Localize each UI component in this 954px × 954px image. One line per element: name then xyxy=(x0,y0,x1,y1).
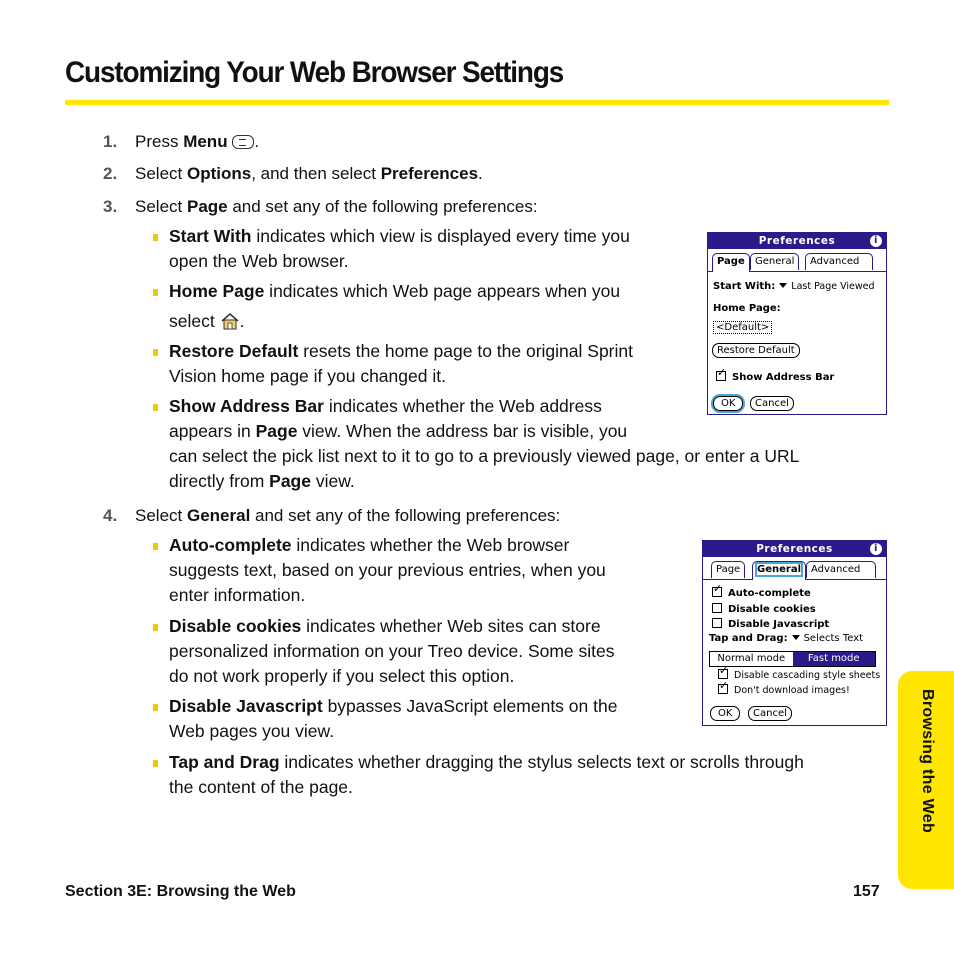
dialog-title-bar: Preferences i xyxy=(708,233,886,249)
cancel-button[interactable]: Cancel xyxy=(748,706,792,721)
page-title: Customizing Your Web Browser Settings xyxy=(65,56,564,89)
step-3: 3. Select Page and set any of the followi… xyxy=(103,197,538,216)
ok-button[interactable]: OK xyxy=(710,706,741,721)
mode-selector: Normal mode Fast mode xyxy=(709,651,876,667)
dont-download-images-row[interactable]: Don't download images! xyxy=(718,679,850,696)
auto-complete-checkbox[interactable] xyxy=(712,582,722,597)
tab-general[interactable]: General xyxy=(750,253,800,270)
start-with-row: Start With: Last Page Viewed xyxy=(713,281,875,292)
tab-page[interactable]: Page xyxy=(711,561,746,578)
start-with-picker[interactable]: Last Page Viewed xyxy=(791,281,874,292)
section-side-tab: Browsing the Web xyxy=(898,671,954,889)
preferences-general-screenshot: Preferencesi Page General Advanced Auto-… xyxy=(702,540,887,726)
tap-drag-picker[interactable]: Selects Text xyxy=(804,633,863,644)
step-1: 1. Press Menu . xyxy=(103,132,260,151)
dont-download-images-checkbox[interactable] xyxy=(718,679,728,694)
auto-complete-row[interactable]: Auto-complete xyxy=(712,582,811,599)
bullet-marker xyxy=(153,704,158,711)
bullet-marker xyxy=(153,234,158,241)
info-icon[interactable]: i xyxy=(870,543,882,555)
bullet-marker xyxy=(153,289,158,296)
title-rule xyxy=(65,100,889,105)
preferences-page-screenshot: Preferences i Page General Advanced Start… xyxy=(707,232,887,415)
step-2: 2. Select Options, and then select Prefer… xyxy=(103,164,483,183)
tab-advanced[interactable]: Advanced xyxy=(805,253,873,270)
tab-general[interactable]: General xyxy=(752,561,806,580)
disable-cookies-checkbox[interactable] xyxy=(712,603,722,613)
tab-page[interactable]: Page xyxy=(712,253,750,272)
bullet-marker xyxy=(153,624,158,631)
menu-key-icon xyxy=(232,135,255,149)
disable-css-checkbox[interactable] xyxy=(718,664,728,679)
show-address-bar-row[interactable]: Show Address Bar xyxy=(716,366,834,383)
bullet-marker xyxy=(153,349,158,356)
disable-javascript-checkbox[interactable] xyxy=(712,618,722,628)
bullet-marker xyxy=(153,760,158,767)
home-icon xyxy=(221,313,239,330)
disable-javascript-row[interactable]: Disable Javascript xyxy=(712,618,829,630)
show-address-bar-checkbox[interactable] xyxy=(716,366,726,381)
disable-css-row[interactable]: Disable cascading style sheets xyxy=(718,664,880,681)
info-icon[interactable]: i xyxy=(870,235,882,247)
footer-section: Section 3E: Browsing the Web xyxy=(65,883,296,900)
tab-bar: Page General Advanced xyxy=(708,253,886,272)
tap-drag-row: Tap and Drag: Selects Text xyxy=(709,633,864,644)
ok-button[interactable]: OK xyxy=(713,396,744,411)
home-page-field[interactable]: <Default> xyxy=(713,321,773,334)
fast-mode-button[interactable]: Fast mode xyxy=(792,652,875,666)
tab-bar: Page General Advanced xyxy=(703,561,886,580)
home-page-label: Home Page: xyxy=(713,303,781,314)
tab-advanced[interactable]: Advanced xyxy=(806,561,876,578)
bullet-marker xyxy=(153,404,158,411)
dropdown-arrow-icon[interactable] xyxy=(791,635,800,640)
page-number: 157 xyxy=(853,883,880,900)
restore-default-button[interactable]: Restore Default xyxy=(712,343,800,358)
dialog-title-bar: Preferences i xyxy=(703,541,886,557)
disable-cookies-row[interactable]: Disable cookies xyxy=(712,603,816,615)
cancel-button[interactable]: Cancel xyxy=(750,396,794,411)
bullet-marker xyxy=(153,543,158,550)
dropdown-arrow-icon[interactable] xyxy=(779,283,788,288)
step-4: 4. Select General and set any of the foll… xyxy=(103,506,561,525)
